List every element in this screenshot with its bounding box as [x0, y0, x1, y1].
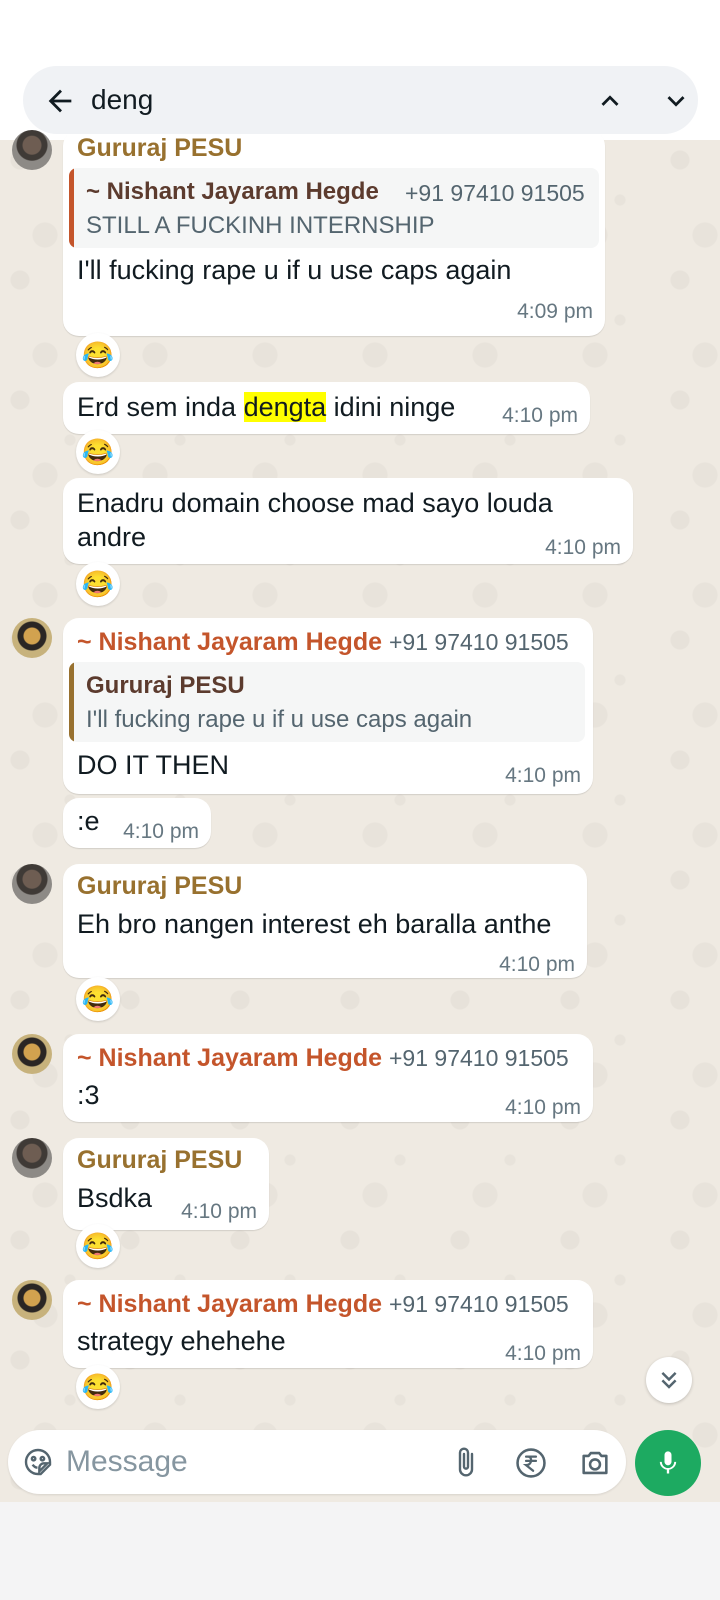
quoted-sender-name: Gururaj PESU [86, 672, 245, 699]
quoted-sender-name: ~ Nishant Jayaram Hegde [86, 178, 379, 205]
attach-icon[interactable] [450, 1446, 482, 1478]
message-time: 4:09 pm [517, 300, 593, 323]
message-composer [8, 1430, 626, 1494]
status-bar [0, 0, 720, 60]
message-time: 4:10 pm [505, 1096, 581, 1119]
quoted-text: I'll fucking rape u if u use caps again [86, 706, 473, 733]
message-text: strategy ehehehe [77, 1326, 286, 1356]
message-time: 4:10 pm [181, 1200, 257, 1223]
avatar[interactable] [12, 1138, 52, 1178]
message-time: 4:10 pm [505, 764, 581, 787]
sender-name: Gururaj PESU [77, 1146, 243, 1174]
message-text-after: idini ninge [326, 392, 456, 422]
search-highlight: dengta [243, 392, 327, 422]
microphone-icon [659, 1451, 677, 1474]
sender-name: ~ Nishant Jayaram Hegde [77, 628, 382, 656]
chevron-down-icon[interactable] [659, 84, 693, 118]
message-input[interactable] [66, 1442, 426, 1482]
chevron-up-icon[interactable] [593, 84, 627, 118]
message-bubble[interactable]: Gururaj PESU Bsdka 4:10 pm [63, 1138, 269, 1230]
message-time: 4:10 pm [505, 1342, 581, 1365]
sender-phone: +91 97410 91505 [389, 1045, 569, 1071]
quoted-message[interactable]: Gururaj PESU I'll fucking rape u if u us… [69, 662, 585, 742]
message-bubble[interactable]: ~ Nishant Jayaram Hegde +91 97410 91505 … [63, 1034, 593, 1122]
message-time: 4:10 pm [545, 536, 621, 559]
message-text: :3 [77, 1080, 100, 1110]
message-time: 4:10 pm [502, 404, 578, 427]
system-navigation-bar [0, 1502, 720, 1600]
reaction-emoji[interactable]: 😂 [76, 1365, 120, 1409]
quoted-message[interactable]: ~ Nishant Jayaram Hegde +91 97410 91505 … [69, 168, 599, 248]
sender-phone: +91 97410 91505 [389, 1291, 569, 1317]
reaction-emoji[interactable]: 😂 [76, 977, 120, 1021]
quoted-sender-phone: +91 97410 91505 [405, 180, 585, 206]
voice-message-button[interactable] [635, 1430, 701, 1496]
rupee-payment-icon[interactable] [514, 1446, 548, 1480]
message-text: Erd sem inda dengta idini ninge [77, 390, 455, 424]
avatar[interactable] [12, 864, 52, 904]
message-text-before: Erd sem inda [77, 392, 244, 422]
quoted-text: STILL A FUCKINH INTERNSHIP [86, 212, 435, 239]
sender-name: Gururaj PESU [77, 134, 243, 162]
message-bubble[interactable]: Gururaj PESU ~ Nishant Jayaram Hegde +91… [63, 130, 605, 336]
sender-name: ~ Nishant Jayaram Hegde [77, 1044, 382, 1072]
reaction-emoji[interactable]: 😂 [76, 562, 120, 606]
message-time: 4:10 pm [499, 953, 575, 976]
avatar[interactable] [12, 1280, 52, 1320]
message-text: DO IT THEN [77, 750, 230, 780]
scroll-to-bottom-button[interactable] [646, 1357, 692, 1403]
message-bubble[interactable]: ~ Nishant Jayaram Hegde +91 97410 91505 … [63, 618, 593, 794]
message-text: Bsdka [77, 1183, 153, 1213]
message-bubble[interactable]: Gururaj PESU Eh bro nangen interest eh b… [63, 864, 587, 978]
chat-area[interactable]: Gururaj PESU ~ Nishant Jayaram Hegde +91… [0, 130, 720, 1532]
reaction-emoji[interactable]: 😂 [76, 1224, 120, 1268]
reaction-emoji[interactable]: 😂 [76, 430, 120, 474]
sender-name: ~ Nishant Jayaram Hegde [77, 1290, 382, 1318]
message-text: Enadru domain choose mad sayo louda andr… [77, 488, 553, 552]
double-chevron-down-icon [661, 1372, 677, 1389]
avatar[interactable] [12, 618, 52, 658]
message-bubble[interactable]: ~ Nishant Jayaram Hegde +91 97410 91505 … [63, 1280, 593, 1368]
camera-icon[interactable] [578, 1446, 612, 1480]
avatar[interactable] [12, 130, 52, 170]
back-arrow-icon[interactable] [43, 84, 77, 118]
search-input[interactable] [91, 80, 471, 120]
message-time: 4:10 pm [123, 820, 199, 843]
sender-phone: +91 97410 91505 [389, 629, 569, 655]
message-bubble[interactable]: Erd sem inda dengta idini ninge 4:10 pm [63, 382, 590, 434]
message-bubble[interactable]: Enadru domain choose mad sayo louda andr… [63, 478, 633, 564]
reaction-emoji[interactable]: 😂 [76, 333, 120, 377]
message-text: Eh bro nangen interest eh baralla anthe [77, 909, 552, 939]
search-bar [23, 66, 698, 134]
sender-name: Gururaj PESU [77, 872, 243, 900]
avatar[interactable] [12, 1034, 52, 1074]
emoji-sticker-icon[interactable] [22, 1446, 54, 1478]
message-text: I'll fucking rape u if u use caps again [77, 255, 512, 285]
message-text: :e [77, 806, 100, 836]
message-bubble[interactable]: :e 4:10 pm [63, 798, 211, 848]
